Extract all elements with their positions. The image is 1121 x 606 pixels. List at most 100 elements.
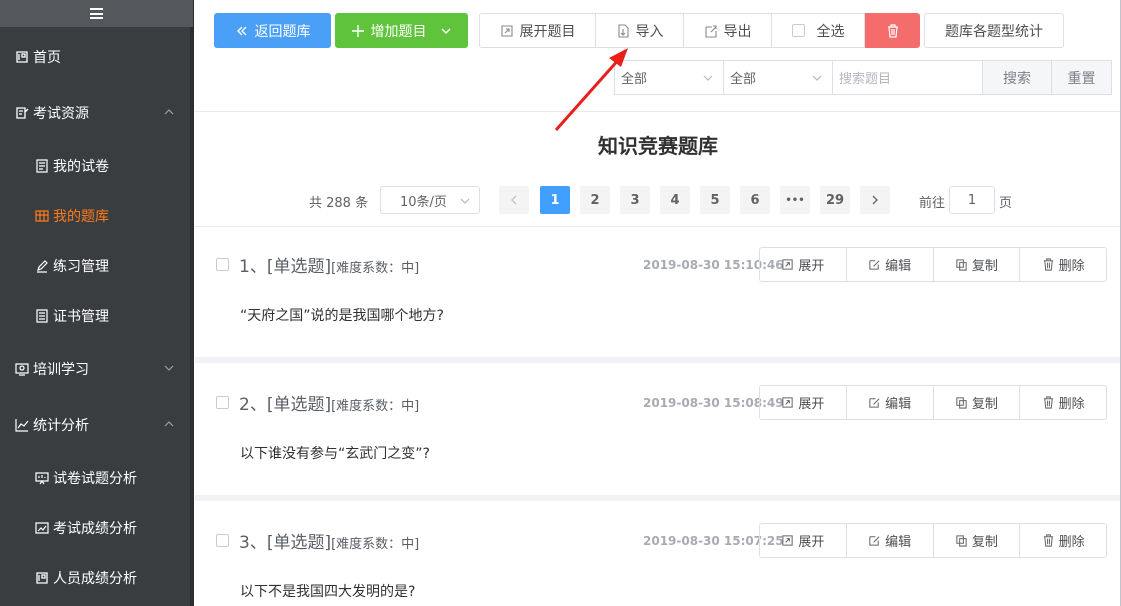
question-copy-button[interactable]: 复制: [934, 248, 1021, 281]
pen-icon: [35, 259, 49, 273]
question-edit-button[interactable]: 编辑: [847, 386, 934, 419]
sidebar-item-label: 人员成绩分析: [53, 571, 137, 587]
page-2-button[interactable]: 2: [580, 186, 610, 214]
sidebar-item-label: 统计分析: [33, 418, 89, 434]
question-checkbox[interactable]: [216, 258, 229, 271]
question-title: 1、[单选题][难度系数：中]: [239, 257, 420, 277]
sidebar-item-score-analysis[interactable]: 考试成绩分析: [0, 508, 194, 548]
page-size-select[interactable]: 10条/页: [380, 186, 480, 214]
page-1-button[interactable]: 1: [540, 186, 570, 214]
question-delete-button[interactable]: 删除: [1020, 524, 1106, 557]
trash-icon: [1043, 258, 1053, 271]
paper-icon: [35, 159, 49, 173]
sidebar-item-person-score[interactable]: 人员成绩分析: [0, 558, 194, 598]
page-4-button[interactable]: 4: [660, 186, 690, 214]
question-expand-button[interactable]: 展开: [760, 248, 847, 281]
sidebar-item-certificates[interactable]: 证书管理: [0, 296, 194, 336]
sidebar-item-my-papers[interactable]: 我的试卷: [0, 146, 194, 186]
goto-suffix: 页: [999, 196, 1013, 211]
add-question-button[interactable]: 增加题目: [335, 13, 468, 48]
chevron-up-icon: [164, 421, 174, 427]
trash-icon: [886, 23, 900, 38]
home-icon: [15, 50, 29, 64]
filter-select-1[interactable]: 全部: [614, 60, 724, 95]
expand-icon: [782, 259, 794, 270]
chevron-down-icon: [703, 75, 713, 81]
plus-icon: [351, 24, 365, 38]
copy-icon: [956, 535, 967, 547]
chevron-left-icon: [511, 195, 517, 205]
question-expand-button[interactable]: 展开: [760, 386, 847, 419]
expand-icon: [782, 397, 794, 408]
edit-icon: [869, 260, 880, 270]
question-checkbox[interactable]: [216, 396, 229, 409]
select-all-button[interactable]: 全选: [771, 13, 865, 48]
copy-icon: [956, 397, 967, 409]
main-content: 返回题库 增加题目 展开题目 导入 导出 全选 题库各题型统计 全部 全部 搜索…: [195, 0, 1121, 606]
next-page-button[interactable]: [860, 186, 890, 214]
question-delete-button[interactable]: 删除: [1020, 386, 1106, 419]
sidebar-item-exam-resource[interactable]: 考试资源: [0, 93, 194, 133]
reset-button[interactable]: 重置: [1051, 60, 1112, 95]
page-3-button[interactable]: 3: [620, 186, 650, 214]
question-delete-button[interactable]: 删除: [1020, 248, 1106, 281]
question-text: 以下不是我国四大发明的是?: [240, 584, 416, 600]
copy-icon: [956, 259, 967, 271]
sidebar-item-label: 练习管理: [53, 259, 109, 275]
search-button[interactable]: 搜索: [982, 60, 1052, 95]
page-5-button[interactable]: 5: [700, 186, 730, 214]
sidebar-item-training[interactable]: 培训学习: [0, 349, 194, 389]
sidebar-item-home[interactable]: 首页: [0, 37, 194, 77]
page-6-button[interactable]: 6: [740, 186, 770, 214]
back-to-bank-button[interactable]: 返回题库: [214, 13, 331, 48]
sidebar-item-my-question-bank[interactable]: 我的题库: [0, 196, 194, 236]
sidebar-item-paper-analysis[interactable]: 试卷试题分析: [0, 458, 194, 498]
export-icon: [704, 24, 718, 38]
edit-icon: [869, 536, 880, 546]
select-all-checkbox[interactable]: [791, 24, 805, 37]
question-text: 以下谁没有参与“玄武门之变”?: [240, 446, 430, 462]
sidebar-item-label: 试卷试题分析: [53, 471, 137, 487]
question-card: 3、[单选题][难度系数：中] 2019-08-30 15:07:25 展开 编…: [195, 503, 1120, 606]
import-icon: [616, 23, 630, 38]
sidebar-item-practice[interactable]: 练习管理: [0, 246, 194, 286]
training-icon: [15, 362, 29, 376]
question-title: 3、[单选题][难度系数：中]: [239, 533, 420, 553]
chevron-down-icon: [812, 75, 822, 81]
question-actions: 展开 编辑 复制 删除: [759, 247, 1107, 282]
filter-select-2[interactable]: 全部: [723, 60, 833, 95]
sidebar: 首页 考试资源 我的试卷 我的题库 练习管理 证书管理 培训学习 统计分析 试卷…: [0, 0, 194, 606]
trash-icon: [1043, 396, 1053, 409]
menu-toggle-button[interactable]: [0, 0, 193, 27]
type-statistics-button[interactable]: 题库各题型统计: [924, 13, 1064, 48]
question-checkbox[interactable]: [216, 534, 229, 547]
import-button[interactable]: 导入: [595, 13, 684, 48]
certificate-icon: [35, 309, 49, 323]
more-pages-button[interactable]: •••: [780, 186, 810, 214]
question-expand-button[interactable]: 展开: [760, 524, 847, 557]
question-edit-button[interactable]: 编辑: [847, 524, 934, 557]
page-29-button[interactable]: 29: [820, 186, 850, 214]
person-score-icon: [35, 571, 49, 585]
delete-selected-button[interactable]: [865, 13, 920, 48]
question-actions: 展开 编辑 复制 删除: [759, 523, 1107, 558]
search-input[interactable]: 搜索题目: [832, 60, 983, 95]
export-button[interactable]: 导出: [683, 13, 772, 48]
question-card: 2、[单选题][难度系数：中] 2019-08-30 15:08:49 展开 编…: [195, 365, 1120, 495]
expand-questions-button[interactable]: 展开题目: [479, 13, 596, 48]
analysis-icon: [35, 471, 49, 485]
goto-page-input[interactable]: 1: [949, 186, 995, 214]
question-card: 1、[单选题][难度系数：中] 2019-08-30 15:10:46 展开 编…: [195, 227, 1120, 357]
chevron-right-icon: [872, 195, 878, 205]
sidebar-item-statistics[interactable]: 统计分析: [0, 405, 194, 445]
page-title: 知识竞赛题库: [598, 134, 718, 158]
question-copy-button[interactable]: 复制: [934, 386, 1021, 419]
question-copy-button[interactable]: 复制: [934, 524, 1021, 557]
sidebar-item-label: 考试资源: [33, 106, 89, 122]
prev-page-button[interactable]: [499, 186, 529, 214]
double-chevron-left-icon: [235, 24, 249, 38]
card-separator: [195, 357, 1120, 363]
question-edit-button[interactable]: 编辑: [847, 248, 934, 281]
question-bank-icon: [35, 209, 49, 223]
card-separator: [195, 495, 1120, 501]
